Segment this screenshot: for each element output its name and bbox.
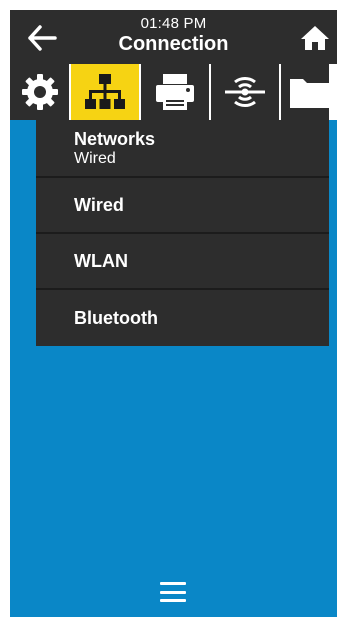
settings-gear-icon [21, 74, 58, 110]
clock-time: 01:48 PM [140, 15, 207, 32]
hamburger-menu-icon[interactable] [160, 582, 186, 602]
menu-item-bluetooth[interactable]: Bluetooth [36, 290, 329, 346]
connection-menu: Networks Wired Wired WLAN Bluetooth [36, 120, 329, 346]
hamburger-line [160, 582, 186, 585]
header-bar: 01:48 PM Connection [10, 10, 337, 64]
tab-sensors[interactable] [211, 64, 279, 120]
tab-connection[interactable] [71, 64, 139, 120]
menu-item-sublabel: Wired [74, 150, 116, 167]
home-button[interactable] [295, 18, 335, 58]
menu-item-label: Wired [74, 195, 124, 215]
network-icon [85, 74, 125, 109]
tab-settings[interactable] [10, 64, 69, 120]
folder-icon [290, 79, 329, 108]
page-title: Connection [118, 33, 229, 55]
hamburger-line [160, 590, 186, 594]
menu-item-label: Bluetooth [74, 308, 158, 328]
tab-bar [10, 64, 337, 120]
printer-screen: 01:48 PM Connection Networks Wired Wired… [10, 10, 337, 617]
hamburger-line [160, 599, 186, 602]
home-icon [301, 26, 329, 50]
sensor-icon [225, 77, 265, 107]
menu-item-wired[interactable]: Wired [36, 178, 329, 234]
tab-tools[interactable] [281, 64, 329, 120]
menu-item-networks[interactable]: Networks Wired [36, 120, 329, 178]
tab-print[interactable] [141, 64, 209, 120]
menu-item-label: WLAN [74, 251, 128, 271]
menu-item-label: Networks [74, 129, 156, 149]
menu-item-wlan[interactable]: WLAN [36, 234, 329, 290]
printer-icon [156, 74, 194, 110]
